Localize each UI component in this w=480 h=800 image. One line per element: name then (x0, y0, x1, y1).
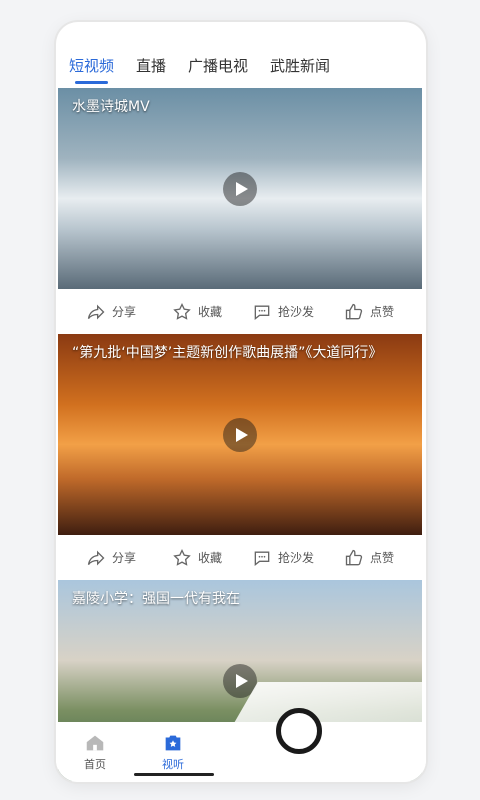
video-thumbnail[interactable]: 水墨诗城MV (58, 88, 422, 289)
play-icon[interactable] (223, 417, 257, 452)
tab-live[interactable]: 直播 (136, 52, 166, 80)
nav-label-video: 视听 (162, 758, 184, 771)
video-feed: 水墨诗城MV 分享 收藏 抢沙发 点赞 “第九批‘中国梦’主题新创作歌曲展播”《… (58, 88, 422, 781)
share-button[interactable]: 分享 (68, 548, 154, 568)
favorite-button[interactable]: 收藏 (154, 302, 240, 322)
like-label: 点赞 (369, 305, 394, 319)
comment-icon (254, 551, 270, 566)
top-tabs: 短视频 直播 广播电视 武胜新闻 (56, 52, 426, 88)
comment-button[interactable]: 抢沙发 (240, 302, 326, 322)
favorite-label: 收藏 (197, 305, 222, 319)
star-icon (173, 548, 191, 566)
home-indicator (134, 773, 214, 776)
share-icon (87, 550, 105, 565)
comment-label: 抢沙发 (277, 305, 314, 319)
star-icon (173, 302, 191, 320)
video-card: “第九批‘中国梦’主题新创作歌曲展播”《大道同行》 分享 收藏 抢沙发 点赞 (58, 334, 422, 580)
video-icon (165, 735, 181, 751)
share-label: 分享 (111, 305, 136, 319)
video-card: 水墨诗城MV 分享 收藏 抢沙发 点赞 (58, 88, 422, 334)
like-button[interactable]: 点赞 (326, 302, 412, 322)
comment-button[interactable]: 抢沙发 (240, 548, 326, 568)
video-title: “第九批‘中国梦’主题新创作歌曲展播”《大道同行》 (72, 345, 383, 361)
tab-short-video[interactable]: 短视频 (69, 52, 114, 84)
video-thumbnail[interactable]: “第九批‘中国梦’主题新创作歌曲展播”《大道同行》 (58, 334, 422, 535)
tab-wusheng-news[interactable]: 武胜新闻 (270, 52, 330, 80)
thumbs-up-icon (345, 549, 363, 565)
tab-broadcast-tv[interactable]: 广播电视 (188, 52, 248, 80)
home-icon (86, 735, 104, 751)
nav-item-video[interactable]: 视听 (134, 732, 212, 772)
like-button[interactable]: 点赞 (326, 548, 412, 568)
share-icon (87, 304, 105, 319)
favorite-label: 收藏 (197, 551, 222, 565)
action-bar: 分享 收藏 抢沙发 点赞 (58, 289, 422, 334)
video-title: 嘉陵小学：强国一代有我在 (72, 591, 240, 607)
comment-label: 抢沙发 (277, 551, 314, 565)
play-icon[interactable] (223, 663, 257, 698)
floating-action-button[interactable] (276, 708, 322, 754)
bottom-nav: 首页 视听 (56, 722, 426, 782)
thumbs-up-icon (345, 303, 363, 319)
phone-frame: 短视频 直播 广播电视 武胜新闻 水墨诗城MV 分享 收藏 抢沙发 点赞 “第九… (56, 22, 426, 782)
share-button[interactable]: 分享 (68, 302, 154, 322)
comment-icon (254, 305, 270, 320)
like-label: 点赞 (369, 551, 394, 565)
nav-item-home[interactable]: 首页 (56, 732, 134, 772)
action-bar: 分享 收藏 抢沙发 点赞 (58, 535, 422, 580)
video-title: 水墨诗城MV (72, 99, 150, 115)
nav-label-home: 首页 (84, 758, 106, 771)
play-icon[interactable] (223, 171, 257, 206)
share-label: 分享 (111, 551, 136, 565)
favorite-button[interactable]: 收藏 (154, 548, 240, 568)
